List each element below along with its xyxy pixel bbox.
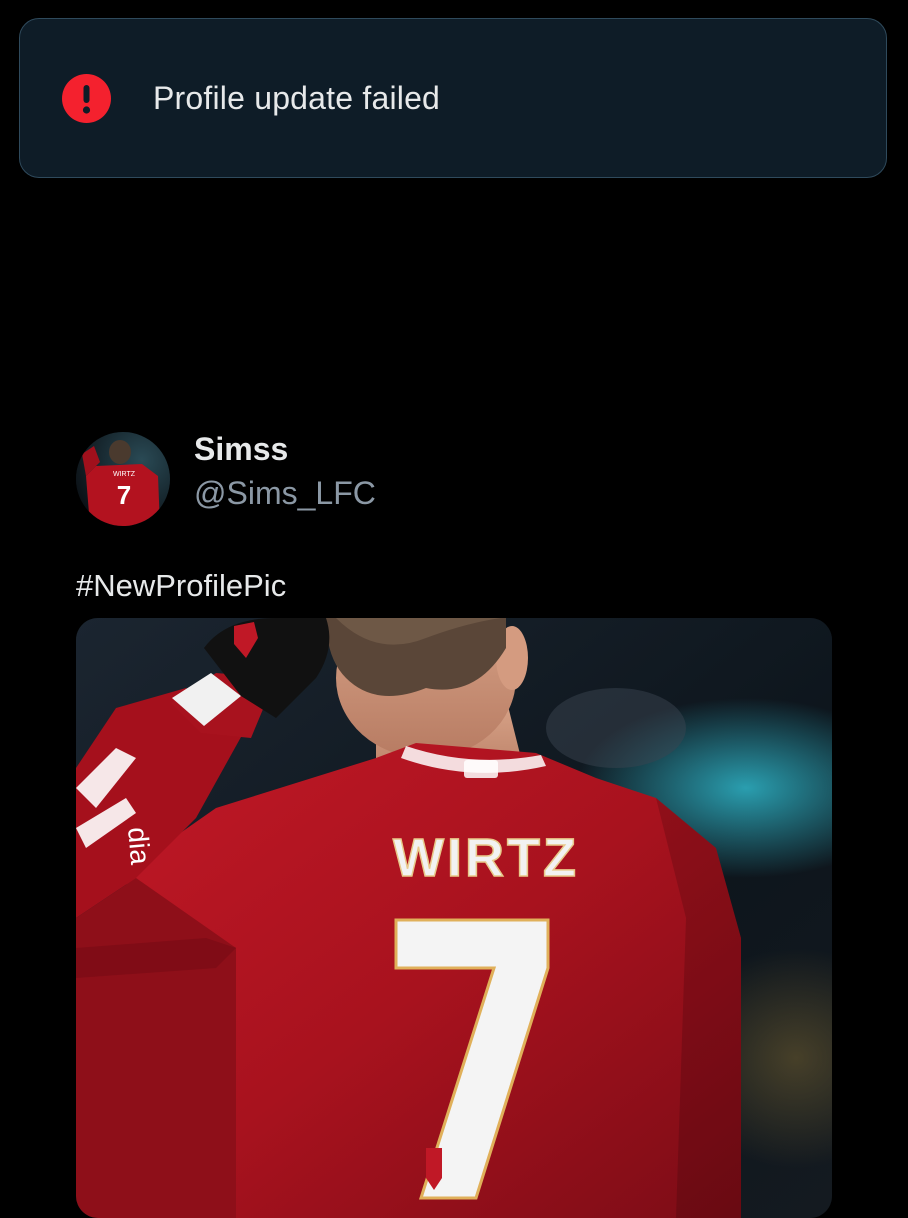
post[interactable]: WIRTZ 7 Simss @Sims_LFC #NewProfilePic <box>76 432 836 604</box>
toast-message: Profile update failed <box>153 79 441 116</box>
error-exclamation-icon <box>62 73 111 123</box>
user-handle[interactable]: @Sims_LFC <box>194 476 376 510</box>
svg-text:WIRTZ: WIRTZ <box>393 828 579 888</box>
display-name[interactable]: Simss <box>194 432 376 466</box>
post-author-row: WIRTZ 7 Simss @Sims_LFC <box>76 432 836 526</box>
svg-text:WIRTZ: WIRTZ <box>113 471 136 478</box>
error-toast[interactable]: Profile update failed <box>19 18 887 178</box>
author-meta: Simss @Sims_LFC <box>194 432 376 510</box>
svg-text:dia: dia <box>122 826 156 866</box>
avatar[interactable]: WIRTZ 7 <box>76 432 170 526</box>
player-back-photo: dia WIRTZ <box>76 618 832 1218</box>
post-text[interactable]: #NewProfilePic <box>76 568 836 604</box>
svg-text:7: 7 <box>117 480 131 510</box>
post-media-image[interactable]: dia WIRTZ <box>76 618 832 1218</box>
